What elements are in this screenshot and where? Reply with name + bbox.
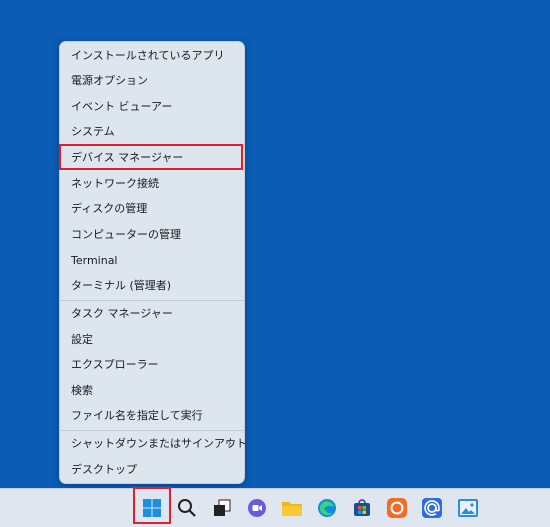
- context-menu: インストールされているアプリ 電源オプション イベント ビューアー システム デ…: [59, 41, 247, 484]
- photos-icon[interactable]: [455, 495, 481, 521]
- menu-item-installed-apps[interactable]: インストールされているアプリ: [60, 43, 244, 68]
- menu-item-label: Terminal: [71, 254, 118, 267]
- file-explorer-icon[interactable]: [279, 495, 305, 521]
- menu-item-system[interactable]: システム: [60, 119, 244, 144]
- menu-item-terminal-admin[interactable]: ターミナル (管理者): [60, 273, 244, 298]
- menu-item-explorer[interactable]: エクスプローラー: [60, 352, 244, 377]
- avast-icon[interactable]: [384, 495, 410, 521]
- menu-item-label: 電源オプション: [71, 74, 148, 87]
- menu-item-desktop[interactable]: デスクトップ: [60, 457, 244, 482]
- menu-item-label: 検索: [71, 384, 93, 397]
- mail-icon[interactable]: [419, 495, 445, 521]
- taskbar: [0, 488, 550, 527]
- menu-item-label: コンピューターの管理: [71, 228, 181, 241]
- menu-item-settings[interactable]: 設定: [60, 327, 244, 352]
- menu-item-terminal[interactable]: Terminal: [60, 248, 244, 273]
- menu-item-device-manager[interactable]: デバイス マネージャー: [60, 145, 244, 170]
- menu-item-run[interactable]: ファイル名を指定して実行: [60, 403, 244, 428]
- chevron-right-icon: ›: [227, 436, 232, 450]
- chat-icon[interactable]: [244, 495, 270, 521]
- menu-item-label: イベント ビューアー: [71, 100, 173, 113]
- menu-item-task-manager[interactable]: タスク マネージャー: [60, 301, 244, 326]
- menu-item-label: システム: [71, 125, 115, 138]
- task-view-icon[interactable]: [209, 495, 235, 521]
- menu-item-label: タスク マネージャー: [71, 307, 173, 320]
- menu-item-label: ディスクの管理: [71, 202, 148, 215]
- menu-item-label: エクスプローラー: [71, 358, 159, 371]
- menu-item-disk-management[interactable]: ディスクの管理: [60, 196, 244, 221]
- menu-item-event-viewer[interactable]: イベント ビューアー: [60, 94, 244, 119]
- menu-item-label: デバイス マネージャー: [71, 151, 184, 164]
- search-icon[interactable]: [174, 495, 200, 521]
- menu-item-label: インストールされているアプリ: [71, 49, 225, 62]
- menu-item-label: ファイル名を指定して実行: [71, 409, 203, 422]
- windows-start-icon[interactable]: [139, 495, 165, 521]
- menu-item-label: 設定: [71, 333, 93, 346]
- menu-item-network-connections[interactable]: ネットワーク接続: [60, 171, 244, 196]
- menu-item-shutdown-signout[interactable]: シャットダウンまたはサインアウト ›: [60, 431, 247, 456]
- menu-item-computer-management[interactable]: コンピューターの管理: [60, 222, 244, 247]
- store-icon[interactable]: [349, 495, 375, 521]
- menu-item-label: シャットダウンまたはサインアウト: [71, 437, 247, 450]
- menu-item-search[interactable]: 検索: [60, 378, 244, 403]
- menu-item-label: ネットワーク接続: [71, 177, 159, 190]
- edge-icon[interactable]: [314, 495, 340, 521]
- menu-item-label: デスクトップ: [71, 463, 137, 476]
- menu-item-power-options[interactable]: 電源オプション: [60, 68, 244, 93]
- menu-item-label: ターミナル (管理者): [71, 279, 172, 292]
